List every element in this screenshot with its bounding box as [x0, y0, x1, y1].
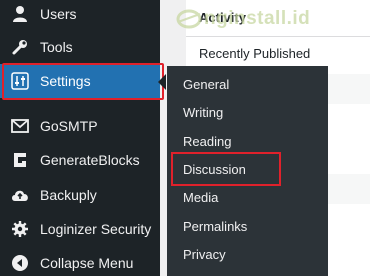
discussion-highlight-outline	[171, 152, 281, 186]
sidebar-item-label: Users	[40, 6, 77, 22]
sidebar-item-generateblocks[interactable]: GenerateBlocks	[0, 143, 160, 177]
submenu-item-privacy[interactable]: Privacy	[183, 247, 226, 262]
recently-published-label: Recently Published	[199, 46, 311, 61]
submenu-item-permalinks[interactable]: Permalinks	[183, 219, 247, 234]
sidebar-item-loginizer-security[interactable]: Loginizer Security	[0, 212, 160, 246]
submenu-item-writing[interactable]: Writing	[183, 105, 223, 120]
sidebar-item-tools[interactable]: Tools	[0, 30, 160, 64]
envelope-icon	[10, 116, 30, 136]
cloud-upload-icon	[10, 185, 30, 205]
panel-divider	[186, 36, 370, 37]
watermark-logo: nginstall.id	[176, 8, 310, 30]
sidebar-item-label: Loginizer Security	[40, 221, 152, 237]
users-icon	[10, 4, 30, 24]
wrench-icon	[10, 37, 30, 57]
sidebar-item-label: GoSMTP	[40, 118, 98, 134]
sidebar-item-label: Collapse Menu	[40, 255, 134, 271]
sidebar-item-label: Backuply	[40, 187, 97, 203]
sidebar-item-label: GenerateBlocks	[40, 152, 140, 168]
submenu-item-media[interactable]: Media	[183, 190, 218, 205]
gear-icon	[10, 219, 30, 239]
generateblocks-icon	[10, 150, 30, 170]
submenu-item-reading[interactable]: Reading	[183, 134, 231, 149]
admin-sidebar: Users Tools Settings GoSMTP GenerateBloc…	[0, 0, 160, 276]
collapse-icon	[10, 253, 30, 273]
settings-highlight-outline	[2, 63, 164, 100]
watermark-text: nginstall.id	[204, 8, 311, 29]
active-pointer-arrow	[158, 74, 166, 90]
sidebar-item-label: Tools	[40, 39, 73, 55]
sidebar-item-users[interactable]: Users	[0, 0, 160, 31]
submenu-item-general[interactable]: General	[183, 77, 229, 92]
watermark-ring-icon	[176, 9, 202, 29]
sidebar-item-collapse-menu[interactable]: Collapse Menu	[0, 246, 160, 276]
sidebar-item-gosmtp[interactable]: GoSMTP	[0, 109, 160, 143]
sidebar-item-backuply[interactable]: Backuply	[0, 178, 160, 212]
